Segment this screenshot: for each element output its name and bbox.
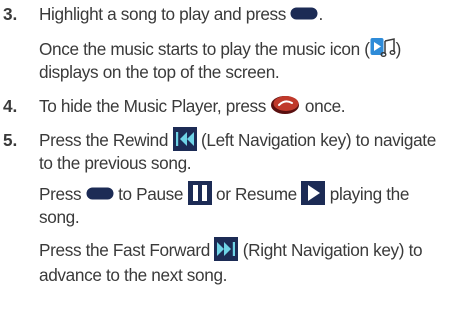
center-key-icon — [290, 7, 318, 20]
play-icon — [301, 181, 326, 206]
step-5-line-6: advance to the next song. — [39, 265, 228, 285]
text: Press — [39, 184, 82, 204]
step-5-line-1: Press the Rewind (Left Navigation key) t… — [39, 127, 436, 153]
text: (Right Navigation key) to — [242, 240, 423, 260]
text: (Left Navigation key) to navigate — [200, 130, 436, 150]
step-number: 3. — [3, 4, 18, 24]
text: or Resume — [215, 184, 297, 204]
step-5-line-2: to the previous song. — [39, 153, 192, 173]
end-key-icon — [270, 93, 300, 115]
text: Highlight a song to play and press — [39, 4, 287, 24]
step-5-line-5: Press the Fast Forward (Right Navigation… — [39, 237, 423, 263]
text: once. — [304, 96, 346, 116]
step-5-line-4: song. — [39, 207, 80, 227]
fast-forward-icon — [214, 237, 239, 262]
text: Once the music starts to play the music … — [39, 39, 370, 59]
text: ) — [395, 39, 402, 59]
step-3-line-2: Once the music starts to play the music … — [39, 38, 401, 61]
text: playing the — [329, 184, 410, 204]
step-4-line-1: To hide the Music Player, press once. — [39, 93, 346, 118]
text: Press the Fast Forward — [39, 240, 210, 260]
center-key-icon — [86, 187, 114, 200]
text: . — [318, 4, 323, 24]
instruction-page: 3. Highlight a song to play and press . … — [0, 0, 471, 314]
pause-icon — [187, 181, 212, 206]
text: to Pause — [118, 184, 184, 204]
step-number: 4. — [3, 96, 18, 116]
text: Press the Rewind — [39, 130, 169, 150]
music-icon — [370, 37, 396, 59]
step-5-line-3: Press to Pause or Resume playing the — [39, 181, 410, 207]
step-3-line-3: displays on the top of the screen. — [39, 62, 280, 82]
text: To hide the Music Player, press — [39, 96, 267, 116]
step-number: 5. — [3, 130, 18, 150]
rewind-icon — [172, 127, 197, 152]
step-3-line-1: Highlight a song to play and press . — [39, 3, 323, 25]
